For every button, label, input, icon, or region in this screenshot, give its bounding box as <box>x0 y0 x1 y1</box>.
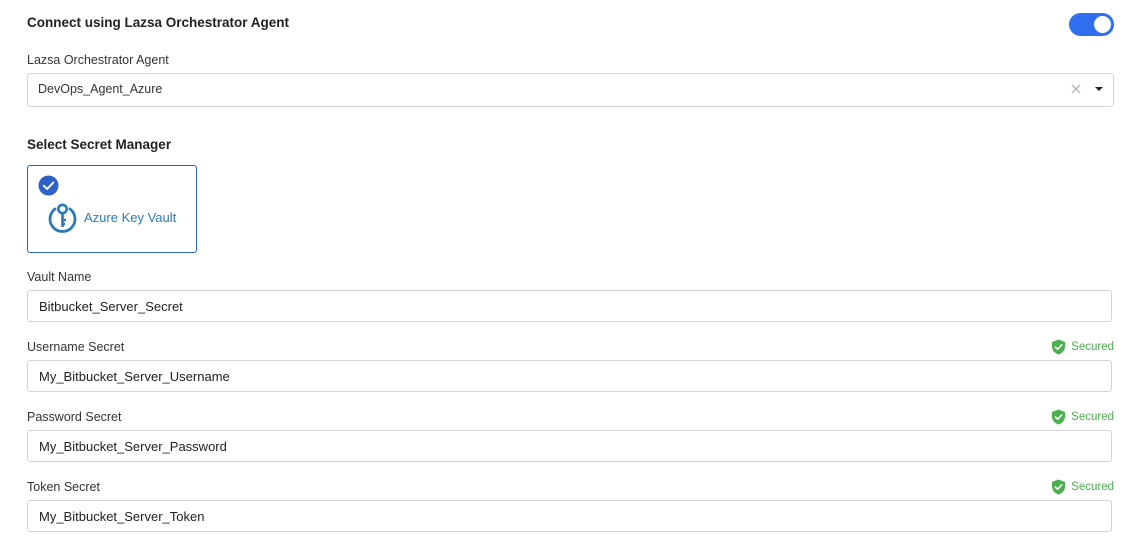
shield-check-icon <box>1052 479 1066 495</box>
agent-select[interactable]: DevOps_Agent_Azure <box>27 73 1114 107</box>
key-vault-icon <box>48 203 77 233</box>
agent-select-value: DevOps_Agent_Azure <box>38 82 163 96</box>
secured-text: Secured <box>1071 341 1114 353</box>
token-secret-label: Token Secret <box>27 480 100 494</box>
vault-name-input[interactable] <box>27 290 1112 322</box>
secured-text: Secured <box>1071 411 1114 423</box>
username-secret-label: Username Secret <box>27 340 125 354</box>
password-secured-badge: Secured <box>1051 409 1114 425</box>
username-secret-input[interactable] <box>27 360 1112 392</box>
password-secret-input[interactable] <box>27 430 1112 462</box>
shield-check-icon <box>1052 409 1066 425</box>
chevron-down-icon[interactable] <box>1090 80 1108 98</box>
agent-label: Lazsa Orchestrator Agent <box>27 53 169 67</box>
connect-agent-title: Connect using Lazsa Orchestrator Agent <box>27 15 290 30</box>
secret-manager-title: Select Secret Manager <box>27 137 172 152</box>
check-circle-icon <box>38 175 59 196</box>
password-secret-label: Password Secret <box>27 410 122 424</box>
secured-text: Secured <box>1071 481 1114 493</box>
clear-icon[interactable] <box>1067 80 1085 98</box>
username-secured-badge: Secured <box>1051 339 1114 355</box>
toggle-knob <box>1094 16 1111 33</box>
token-secured-badge: Secured <box>1051 479 1114 495</box>
vault-name-label: Vault Name <box>27 270 92 284</box>
azure-key-vault-card[interactable]: Azure Key Vault <box>27 165 197 253</box>
azure-key-vault-label: Azure Key Vault <box>84 210 177 225</box>
shield-check-icon <box>1052 339 1066 355</box>
token-secret-input[interactable] <box>27 500 1112 532</box>
connect-agent-toggle[interactable] <box>1069 13 1114 36</box>
